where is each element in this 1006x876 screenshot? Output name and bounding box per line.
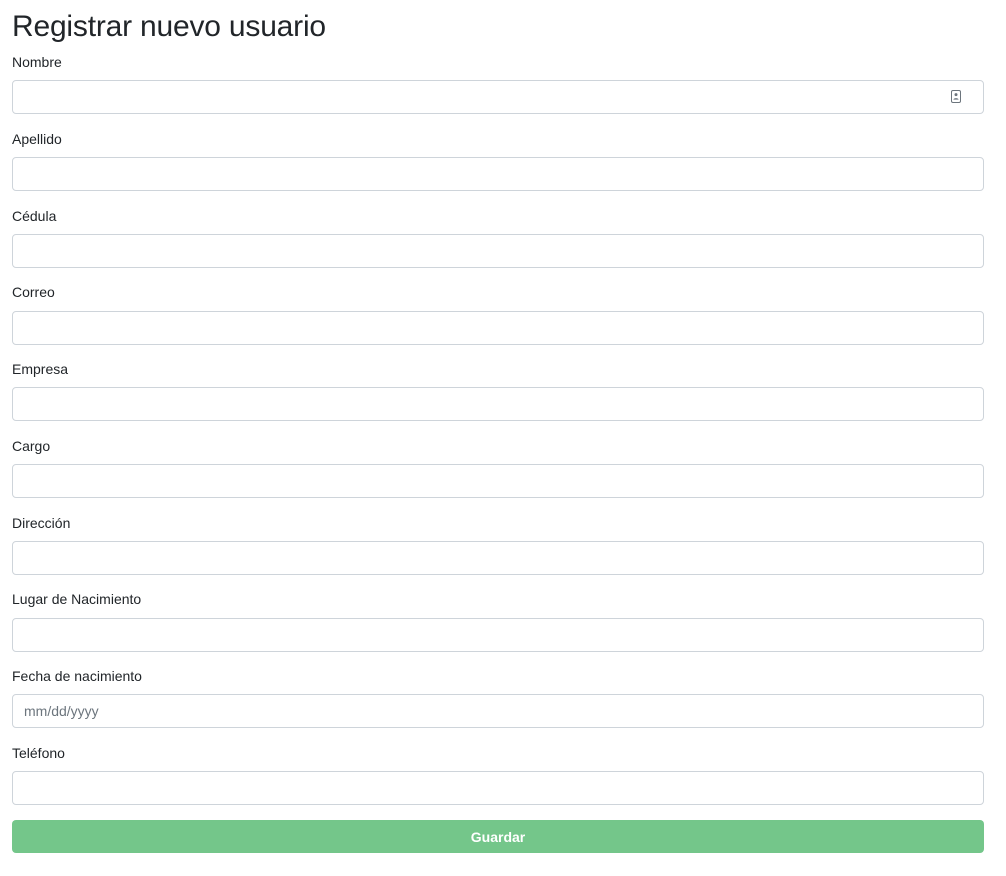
save-button[interactable]: Guardar xyxy=(12,820,984,853)
cargo-label: Cargo xyxy=(12,438,51,454)
page-title: Registrar nuevo usuario xyxy=(12,10,326,43)
correo-input[interactable] xyxy=(12,311,984,345)
apellido-input[interactable] xyxy=(12,157,984,191)
direccion-input[interactable] xyxy=(12,541,984,575)
empresa-input[interactable] xyxy=(12,387,984,421)
correo-label: Correo xyxy=(12,284,55,300)
telefono-input[interactable] xyxy=(12,771,984,805)
contact-card-icon[interactable] xyxy=(951,90,961,103)
empresa-label: Empresa xyxy=(12,361,69,377)
cedula-label: Cédula xyxy=(12,208,57,224)
lugar-nacimiento-label: Lugar de Nacimiento xyxy=(12,591,142,607)
fecha-nacimiento-label: Fecha de nacimiento xyxy=(12,668,142,684)
nombre-label: Nombre xyxy=(12,54,62,70)
fecha-nacimiento-input[interactable] xyxy=(12,694,984,728)
lugar-nacimiento-input[interactable] xyxy=(12,618,984,652)
cedula-input[interactable] xyxy=(12,234,984,268)
apellido-label: Apellido xyxy=(12,131,62,147)
cargo-input[interactable] xyxy=(12,464,984,498)
nombre-input[interactable] xyxy=(12,80,984,114)
telefono-label: Teléfono xyxy=(12,745,65,761)
direccion-label: Dirección xyxy=(12,515,71,531)
